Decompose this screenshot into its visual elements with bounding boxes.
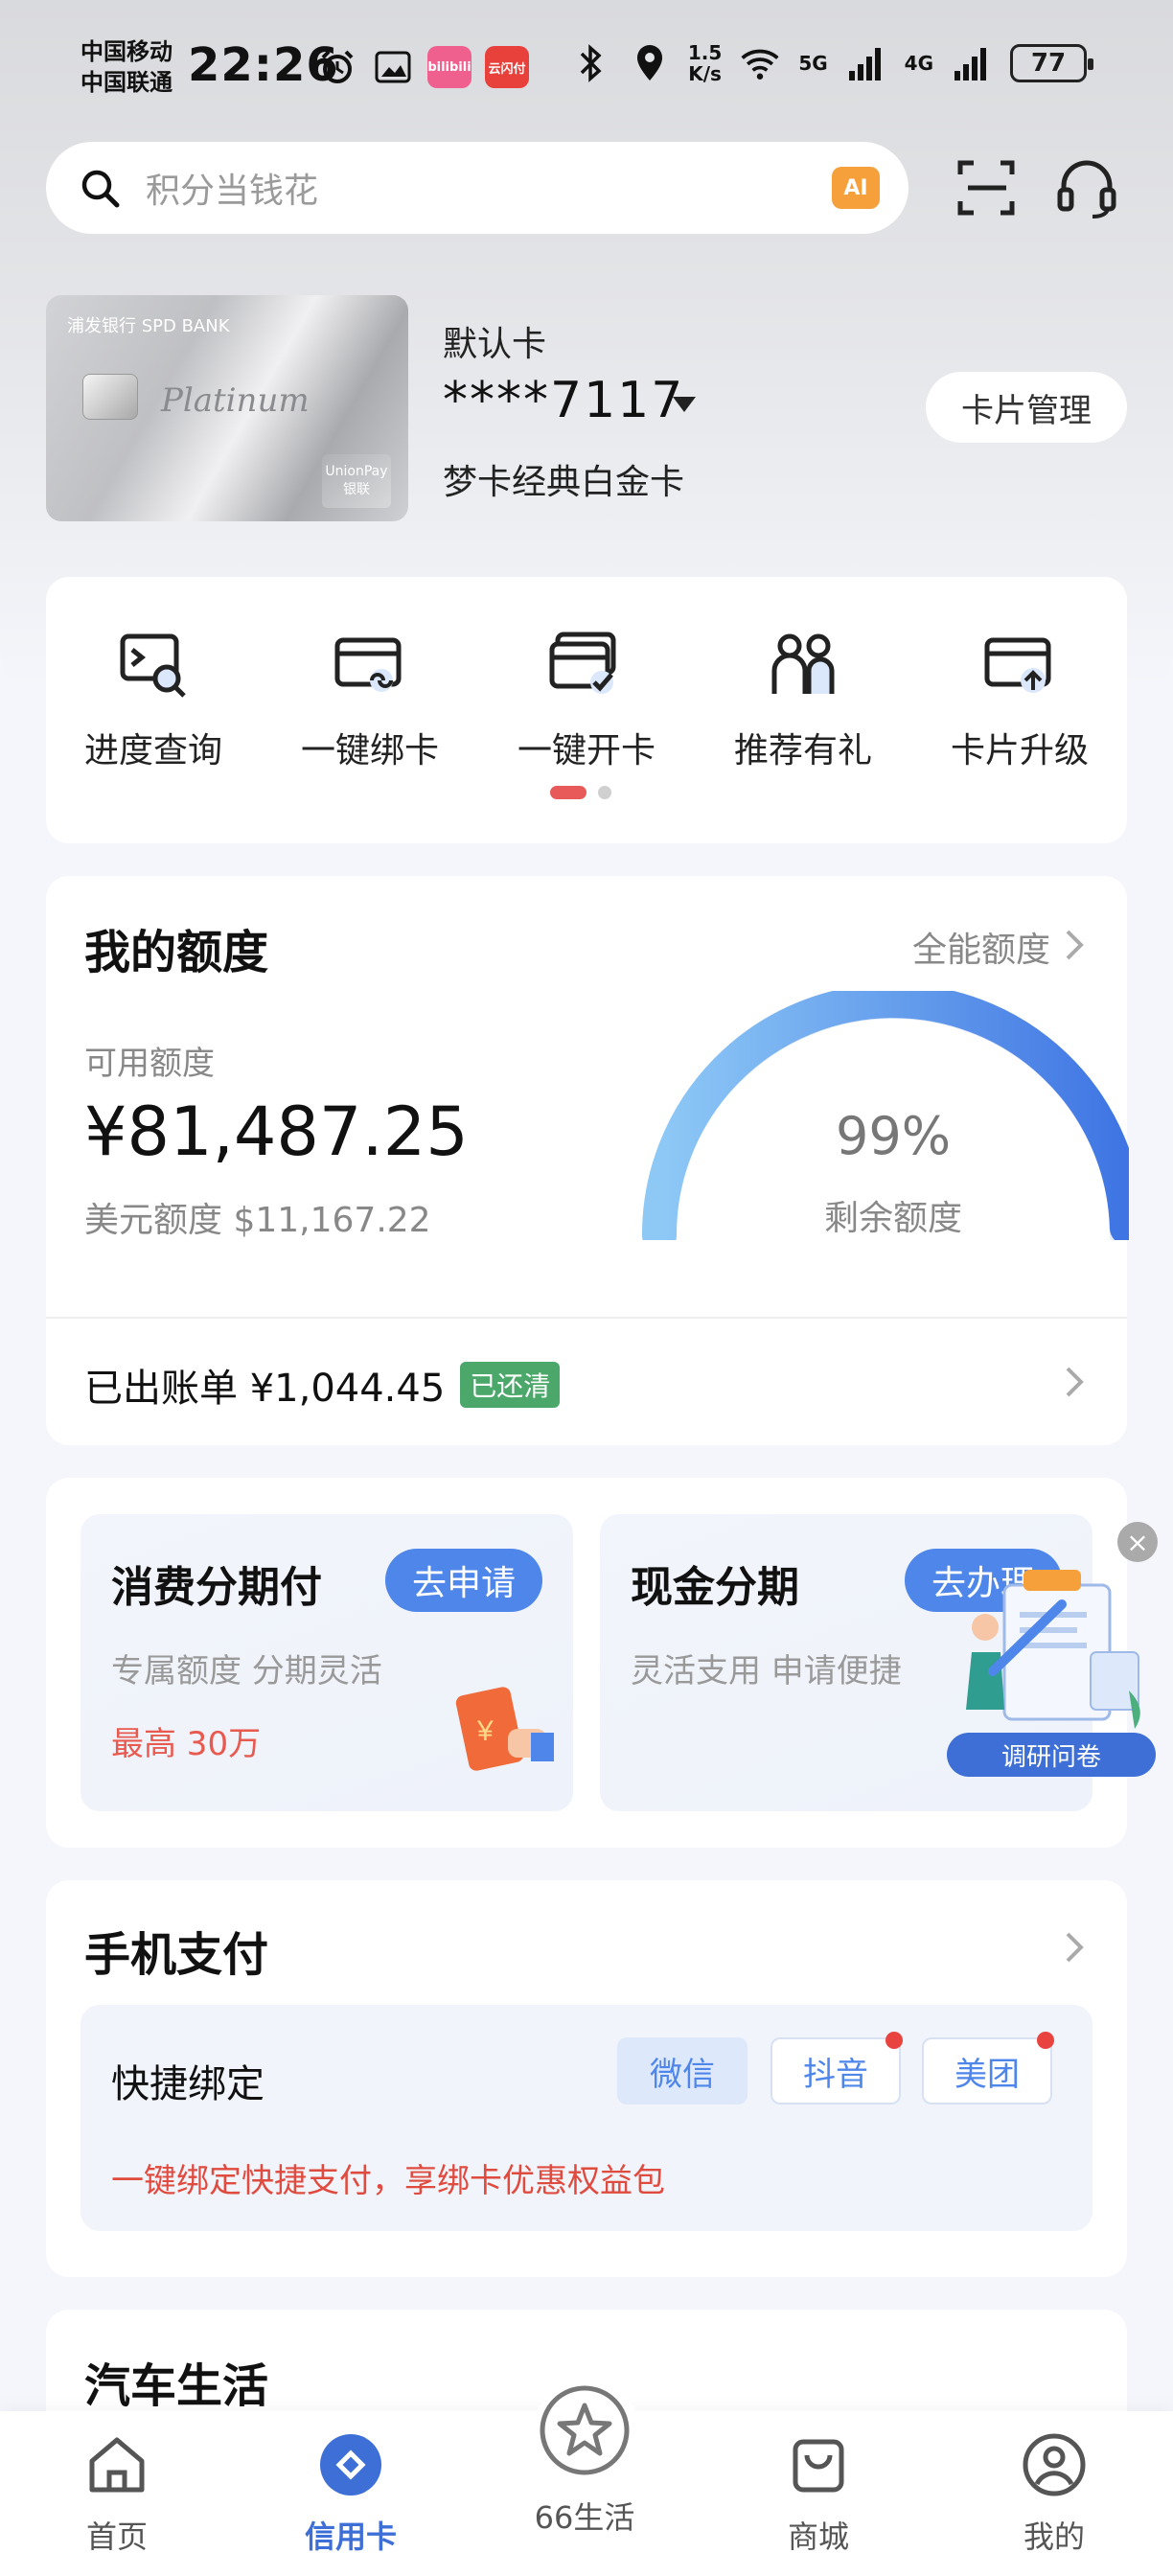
- nav-home[interactable]: 首页: [40, 2430, 194, 2557]
- open-card-icon: [549, 632, 616, 694]
- car-life-title: 汽车生活: [84, 2359, 269, 2413]
- profile-icon: [1023, 2433, 1086, 2496]
- installment-subtitle: 灵活支用 申请便捷: [631, 1652, 902, 1690]
- wifi-icon: [739, 42, 781, 84]
- card-switch-caret-icon[interactable]: [673, 397, 696, 412]
- new-indicator-dot: [1037, 2032, 1054, 2049]
- card-number[interactable]: ****7117: [443, 372, 684, 429]
- close-survey-button[interactable]: ×: [1117, 1522, 1158, 1562]
- notification-icons: bilibili 云闪付: [316, 46, 529, 88]
- quick-functions-panel: 进度查询 一键绑卡 一键开卡 推荐有礼 卡片升级: [46, 577, 1127, 843]
- card-bank-name: 浦发银行 SPD BANK: [67, 316, 230, 336]
- douyin-tag[interactable]: 抖音: [770, 2032, 903, 2104]
- customer-service-button[interactable]: [1052, 153, 1121, 222]
- system-icons: 1.5 K/s 5G 4G 77: [569, 41, 1093, 85]
- installment-subtitle: 专属额度 分期灵活: [111, 1652, 382, 1690]
- card-chip: [82, 374, 138, 420]
- page-dot: [598, 786, 611, 799]
- nav-profile[interactable]: 我的: [978, 2430, 1131, 2557]
- star-icon: [540, 2385, 630, 2475]
- page-dot-active: [550, 786, 586, 799]
- installment-title: 消费分期付: [111, 1563, 322, 1612]
- mobile-pay-title: 手机支付: [84, 1928, 269, 1982]
- 4g-label: 4G: [904, 52, 933, 75]
- 5g-label: 5G: [798, 52, 828, 75]
- quick-bind-box: 快捷绑定 微信 抖音 美团 一键绑定快捷支付，享绑卡优惠权益包: [80, 2005, 1092, 2231]
- chevron-right-icon[interactable]: [1060, 1363, 1089, 1401]
- available-amount: ¥81,487.25: [84, 1092, 469, 1171]
- card-manage-button[interactable]: 卡片管理: [926, 372, 1127, 443]
- unionpay-app-icon: 云闪付: [485, 46, 529, 88]
- chevron-right-icon[interactable]: [1060, 1928, 1089, 1966]
- carrier-info: 中国移动 中国联通: [80, 36, 172, 98]
- scan-button[interactable]: [953, 153, 1022, 222]
- battery-indicator: 77: [1010, 44, 1093, 82]
- apply-button[interactable]: 去申请: [385, 1549, 542, 1612]
- quick-bind-promo[interactable]: 一键绑定快捷支付，享绑卡优惠权益包: [111, 2154, 665, 2201]
- home-icon: [89, 2437, 145, 2493]
- survey-label[interactable]: 调研问卷: [947, 1733, 1156, 1777]
- all-limit-link[interactable]: 全能额度: [912, 922, 1050, 972]
- usd-limit: 美元额度 $11,167.22: [84, 1201, 431, 1240]
- image-warning-icon: [372, 46, 414, 88]
- network-speed: 1.5 K/s: [687, 41, 723, 85]
- alarm-icon: [316, 46, 358, 88]
- location-icon: [629, 42, 671, 84]
- new-indicator-dot: [886, 2032, 903, 2049]
- bind-card-icon: [334, 637, 402, 692]
- svg-text:¥: ¥: [476, 1715, 494, 1747]
- headset-icon: [1057, 160, 1116, 218]
- unionpay-logo: UnionPay 银联: [322, 454, 391, 508]
- page-indicator: [550, 786, 611, 799]
- card-script: Platinum: [161, 381, 310, 420]
- installment-max: 最高 30万: [111, 1725, 262, 1763]
- paid-status-badge: 已还清: [460, 1362, 561, 1408]
- search-bar[interactable]: 积分当钱花 AI: [46, 142, 908, 234]
- nav-mall[interactable]: 商城: [742, 2430, 895, 2557]
- bottom-nav: 首页 信用卡 66生活 商城 我的: [0, 2379, 1173, 2576]
- credit-title: 我的额度: [84, 926, 269, 979]
- scan-icon: [957, 160, 1015, 216]
- card-product-name: 梦卡经典白金卡: [443, 463, 685, 502]
- credit-card-image[interactable]: 浦发银行 SPD BANK Platinum UnionPay 银联: [46, 295, 408, 521]
- credit-card-icon: [320, 2434, 381, 2496]
- signal-5g-icon: [845, 42, 887, 84]
- default-card-label: 默认卡: [443, 325, 547, 364]
- remaining-label: 剩余额度: [823, 1199, 962, 1238]
- installment-title: 现金分期: [631, 1563, 799, 1612]
- quick-item-refer[interactable]: 推荐有礼: [707, 627, 899, 772]
- nav-credit-card[interactable]: 信用卡: [274, 2430, 427, 2557]
- red-envelope-icon: ¥: [455, 1687, 554, 1771]
- bluetooth-icon: [569, 42, 611, 84]
- consumer-installment-card[interactable]: 消费分期付 去申请 专属额度 分期灵活 最高 30万 ¥: [80, 1514, 573, 1811]
- carrier-1: 中国移动: [80, 38, 172, 65]
- status-bar: 中国移动 中国联通 22:26 bilibili 云闪付 1.5 K/s 5G …: [0, 0, 1173, 134]
- ai-assistant-button[interactable]: AI: [832, 167, 880, 209]
- quick-item-upgrade[interactable]: 卡片升级: [924, 627, 1116, 772]
- quick-bind-label: 快捷绑定: [111, 2062, 264, 2106]
- refer-friends-icon: [771, 633, 835, 694]
- search-placeholder: 积分当钱花: [146, 172, 319, 211]
- remaining-percent: 99%: [835, 1106, 952, 1166]
- signal-4g-icon: [951, 42, 993, 84]
- progress-search-icon: [120, 633, 186, 698]
- bill-row[interactable]: 已出账单 ¥1,044.45 已还清: [84, 1357, 561, 1413]
- wechat-tag[interactable]: 微信: [617, 2037, 748, 2104]
- quick-item-progress[interactable]: 进度查询: [58, 627, 249, 772]
- card-upgrade-icon: [984, 637, 1051, 693]
- chevron-right-icon[interactable]: [1060, 926, 1089, 964]
- carrier-2: 中国联通: [80, 69, 172, 96]
- nav-66-life[interactable]: 66生活: [508, 2384, 661, 2538]
- meituan-tag[interactable]: 美团: [922, 2032, 1054, 2104]
- shopping-bag-icon: [793, 2439, 844, 2493]
- mobile-pay-panel: 手机支付 快捷绑定 微信 抖音 美团 一键绑定快捷支付，享绑卡优惠权益包: [46, 1880, 1127, 2277]
- quick-item-open-card[interactable]: 一键开卡: [491, 627, 682, 772]
- bilibili-app-icon: bilibili: [427, 46, 472, 88]
- quick-item-bind-card[interactable]: 一键绑卡: [274, 627, 466, 772]
- search-icon: [81, 170, 120, 208]
- bill-text: 已出账单 ¥1,044.45: [84, 1367, 446, 1411]
- available-label: 可用额度: [84, 1045, 215, 1083]
- credit-limit-panel: 我的额度 全能额度 可用额度 ¥81,487.25 美元额度 $11,167.2…: [46, 876, 1129, 1445]
- divider: [46, 1317, 1127, 1319]
